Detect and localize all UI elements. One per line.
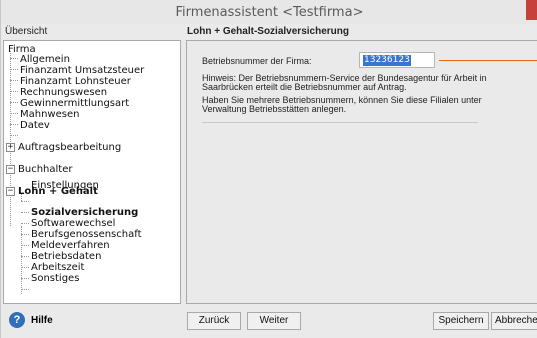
section-header: Lohn + Gehalt-Sozialversicherung bbox=[187, 26, 349, 37]
tree-connector bbox=[21, 201, 29, 202]
tree-item-gewinnermittlungsart[interactable]: Gewinnermittlungsart bbox=[20, 98, 129, 109]
app-window: Firmenassistent <Testfirma> Übersicht Lo… bbox=[0, 0, 537, 338]
next-button[interactable]: Weiter bbox=[247, 312, 301, 330]
tree-connector bbox=[10, 58, 18, 59]
tree-connector bbox=[10, 80, 18, 81]
tree-item-buchhalter[interactable]: Buchhalter bbox=[18, 164, 72, 175]
content-divider bbox=[202, 122, 478, 123]
back-button[interactable]: Zurück bbox=[187, 312, 241, 330]
tree-item-mahnwesen[interactable]: Mahnwesen bbox=[20, 109, 79, 120]
tree-item-berufsgenossenschaft[interactable]: Berufsgenossenschaft bbox=[31, 229, 142, 240]
tree-connector bbox=[10, 124, 18, 125]
tree-connector bbox=[10, 113, 18, 114]
window-title: Firmenassistent <Testfirma> bbox=[175, 5, 364, 20]
tree-connector bbox=[21, 245, 29, 246]
tree-item-datev[interactable]: Datev bbox=[20, 120, 50, 131]
tree-connector bbox=[21, 267, 29, 268]
expand-auftragsbearbeitung-icon[interactable]: + bbox=[6, 143, 15, 152]
tree-item-meldeverfahren[interactable]: Meldeverfahren bbox=[31, 240, 110, 251]
betriebsnummer-label: Betriebsnummer der Firma: bbox=[202, 56, 312, 66]
tree-item-finanzamt-lohnsteuer[interactable]: Finanzamt Lohnsteuer bbox=[20, 76, 131, 87]
cancel-button[interactable]: Abbrechen bbox=[491, 312, 537, 330]
betriebsnummer-value: 13236123 bbox=[363, 55, 411, 66]
betriebsnummer-input[interactable]: 13236123 bbox=[359, 52, 435, 68]
tree-connector bbox=[21, 278, 29, 279]
save-button[interactable]: Speichern bbox=[433, 312, 489, 330]
overview-header: Übersicht bbox=[5, 26, 48, 37]
close-button[interactable] bbox=[526, 0, 537, 20]
tree-connector bbox=[10, 51, 11, 226]
tree-item-betriebsdaten[interactable]: Betriebsdaten bbox=[31, 251, 101, 262]
tree-item-sonstiges[interactable]: Sonstiges bbox=[31, 273, 79, 284]
tree-connector bbox=[21, 212, 29, 213]
tree-item-lohn-gehalt[interactable]: Lohn + Gehalt bbox=[18, 186, 98, 197]
tree-connector bbox=[21, 256, 29, 257]
tree-connector bbox=[10, 102, 18, 103]
navigation-tree: + − − Firma Allgemein Finanzamt Umsatzst… bbox=[3, 40, 181, 304]
tree-connector bbox=[21, 223, 29, 224]
tree-connector bbox=[21, 226, 22, 294]
tree-item-auftragsbearbeitung[interactable]: Auftragsbearbeitung bbox=[18, 142, 121, 153]
tree-connector bbox=[10, 135, 18, 136]
tree-item-sozialversicherung[interactable]: Sozialversicherung bbox=[31, 207, 138, 218]
tree-item-arbeitszeit[interactable]: Arbeitszeit bbox=[31, 262, 84, 273]
help-icon[interactable]: ? bbox=[9, 312, 25, 328]
callout-line bbox=[439, 60, 537, 61]
tree-connector bbox=[10, 91, 18, 92]
hint-line-4: Verwaltung Betriebsstätten anlegen. bbox=[202, 104, 347, 114]
collapse-lohn-gehalt-icon[interactable]: − bbox=[6, 187, 15, 196]
tree-item-softwarewechsel[interactable]: Softwarewechsel bbox=[31, 218, 115, 229]
collapse-buchhalter-icon[interactable]: − bbox=[6, 165, 15, 174]
help-label[interactable]: Hilfe bbox=[31, 315, 53, 326]
tree-connector bbox=[21, 289, 29, 290]
tree-item-finanzamt-umsatzsteuer[interactable]: Finanzamt Umsatzsteuer bbox=[20, 65, 144, 76]
tree-item-rechnungswesen[interactable]: Rechnungswesen bbox=[20, 87, 107, 98]
tree-connector bbox=[10, 69, 18, 70]
tree-connector bbox=[21, 234, 29, 235]
title-bar[interactable]: Firmenassistent <Testfirma> bbox=[1, 0, 537, 24]
tree-item-allgemein[interactable]: Allgemein bbox=[20, 54, 70, 65]
hint-line-2: Saarbrücken erteilt die Betriebsnummer a… bbox=[202, 82, 407, 92]
